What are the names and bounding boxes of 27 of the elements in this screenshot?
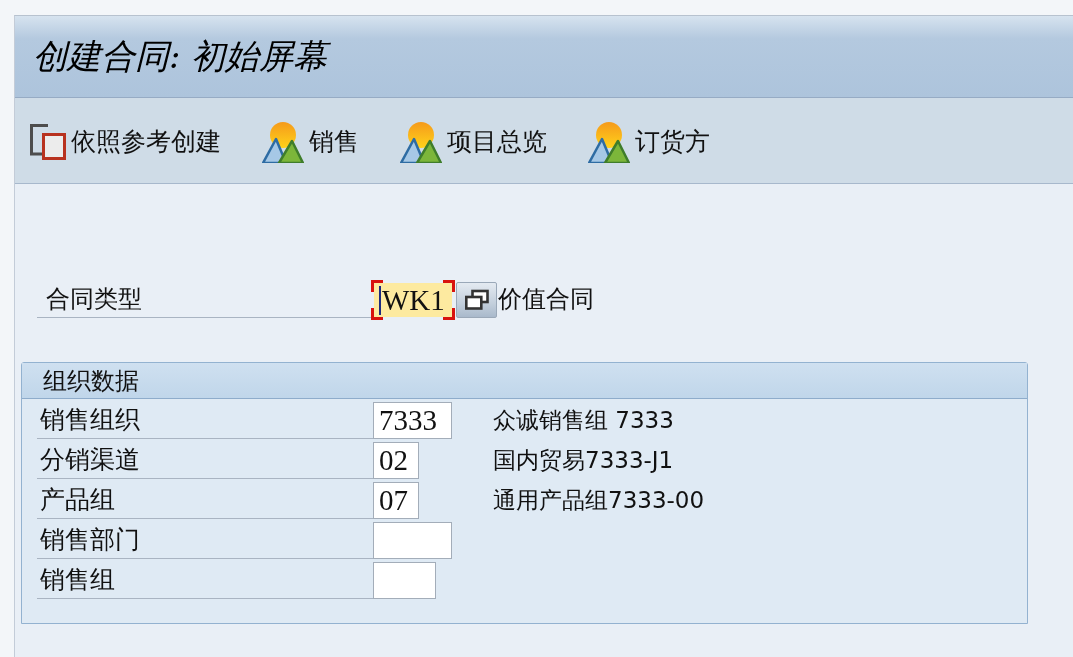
field-description: 众诚销售组 7333: [493, 406, 674, 435]
input-field[interactable]: 02: [373, 442, 419, 479]
mountain-sun-icon: [400, 120, 442, 163]
field-description: 价值合同: [498, 284, 594, 315]
field-label: 产品组: [37, 481, 373, 519]
field-label: 销售组织: [37, 401, 373, 439]
input-field[interactable]: [373, 522, 452, 559]
group-title: 组织数据: [43, 365, 139, 397]
field-label: 合同类型: [37, 280, 371, 318]
copy-icon: [30, 123, 66, 160]
field-label: 销售组: [37, 561, 373, 599]
toolbar-button[interactable]: 依照参考创建: [30, 123, 223, 160]
mountain-sun-icon: [262, 120, 304, 163]
input-field[interactable]: WK1: [371, 280, 455, 320]
overlapping-windows-icon: [463, 289, 490, 311]
toolbar-button[interactable]: 项目总览: [397, 120, 549, 163]
input-field[interactable]: [373, 562, 436, 599]
input-field[interactable]: 07: [373, 482, 419, 519]
value-help-button[interactable]: [456, 282, 497, 318]
field-description: 通用产品组7333-00: [493, 486, 705, 515]
field-label: 销售部门: [37, 521, 373, 559]
field-description: 国内贸易7333-J1: [493, 446, 674, 475]
toolbar-button[interactable]: 订货方: [585, 120, 712, 163]
input-field[interactable]: 7333: [373, 402, 452, 439]
field-label: 分销渠道: [37, 441, 373, 479]
toolbar-button[interactable]: 销售: [259, 120, 361, 163]
mountain-sun-icon: [588, 120, 630, 163]
